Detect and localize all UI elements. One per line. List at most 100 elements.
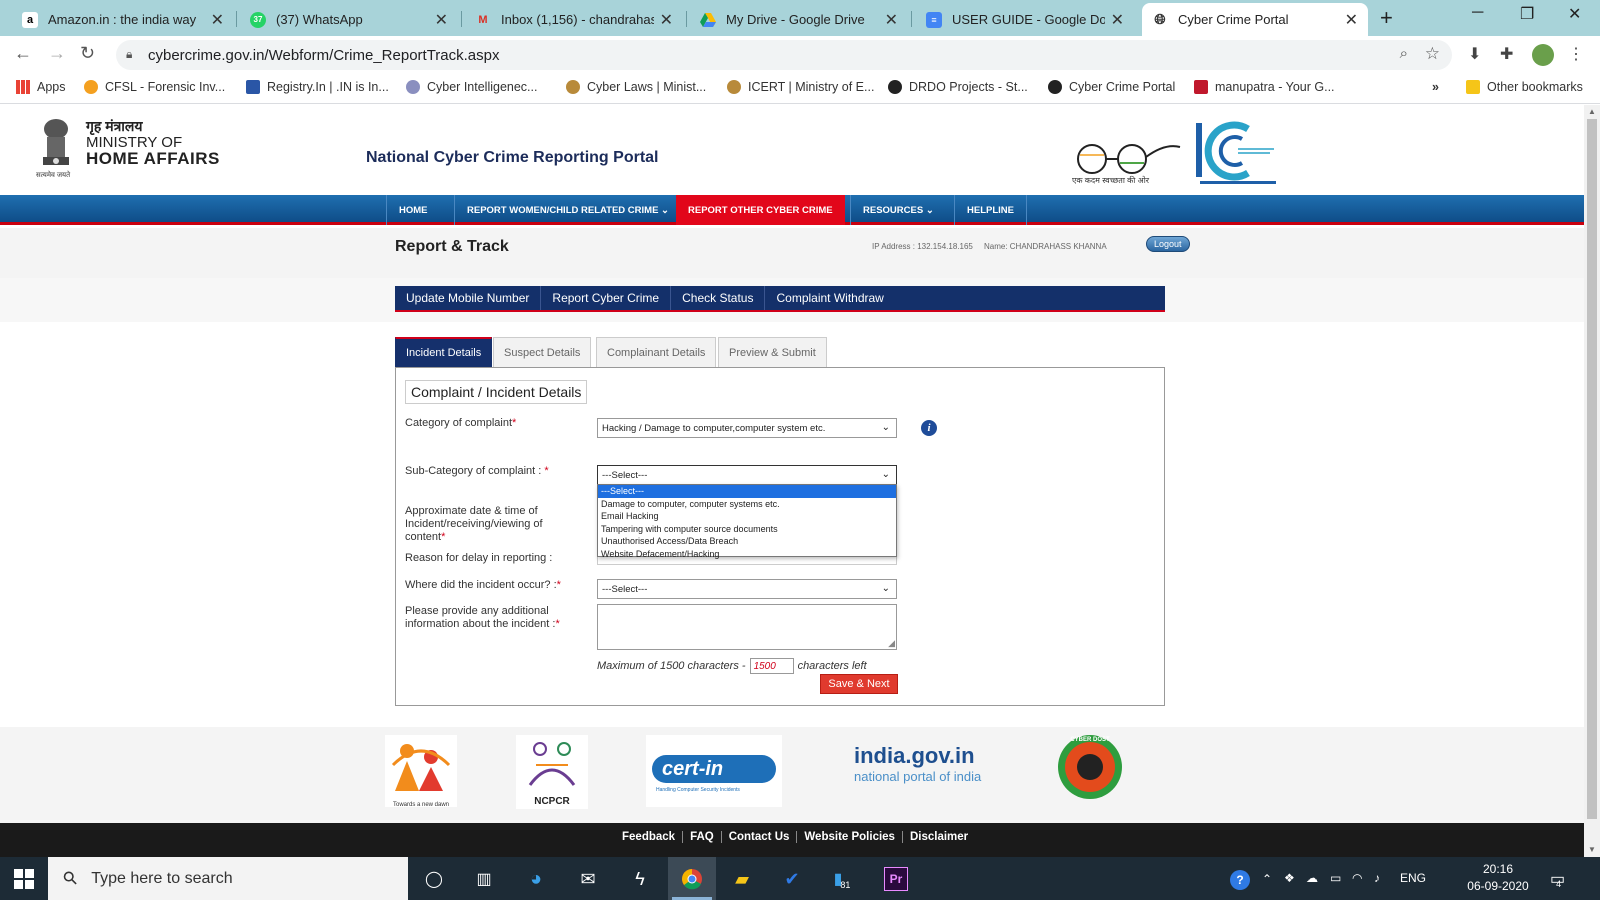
browser-tab-gmail[interactable]: M Inbox (1,156) - chandrahassk ✕	[465, 3, 683, 36]
maximize-icon[interactable]: ❐	[1520, 4, 1534, 24]
tab-incident-details[interactable]: Incident Details	[395, 337, 493, 367]
tab-complainant-details[interactable]: Complainant Details	[596, 337, 717, 367]
dropdown-option[interactable]: Unauthorised Access/Data Breach	[598, 535, 896, 548]
dropdown-option[interactable]: ---Select---	[598, 485, 896, 498]
tab-suspect-details[interactable]: Suspect Details	[493, 337, 592, 367]
dropdown-option[interactable]: Tampering with computer source documents	[598, 523, 896, 536]
where-select[interactable]: ---Select--- ⌄	[597, 579, 897, 599]
cert-in-logo[interactable]: cert-in Handling Computer Security Incid…	[646, 735, 782, 807]
notifications-icon[interactable]: ▭4	[1550, 869, 1570, 889]
bookmark-drdo[interactable]: DRDO Projects - St...	[888, 80, 1028, 94]
nav-report-women-child-crime[interactable]: REPORT WOMEN/CHILD RELATED CRIME ⌄	[454, 195, 681, 225]
close-tab-icon[interactable]: ✕	[885, 10, 898, 30]
ncpcr-logo[interactable]: NCPCR	[516, 735, 588, 809]
cortana-icon[interactable]: ◯	[422, 867, 446, 891]
bookmark-cfsl[interactable]: CFSL - Forensic Inv...	[84, 80, 225, 94]
bookmarks-overflow-button[interactable]: »	[1432, 80, 1439, 94]
additional-info-textarea[interactable]: ◢	[597, 604, 897, 650]
subnav-report-cyber-crime[interactable]: Report Cyber Crime	[541, 286, 672, 310]
taskbar-clock[interactable]: 20:16 06-09-2020	[1466, 861, 1530, 895]
bookmark-star-icon[interactable]: ☆	[1425, 44, 1440, 64]
close-tab-icon[interactable]: ✕	[1345, 10, 1358, 30]
subcategory-select[interactable]: ---Select--- ⌄	[597, 465, 897, 485]
bookmark-manupatra[interactable]: manupatra - Your G...	[1194, 80, 1335, 94]
page-scrollbar[interactable]: ▲ ▼	[1584, 105, 1600, 857]
chrome-icon[interactable]	[680, 867, 704, 891]
close-tab-icon[interactable]: ✕	[211, 10, 224, 30]
taskbar-search-box[interactable]: ⚲ Type here to search	[48, 857, 408, 900]
forward-icon[interactable]: →	[48, 43, 66, 64]
info-icon[interactable]: i	[921, 420, 937, 436]
zoom-icon[interactable]: ⌕	[1400, 45, 1408, 62]
language-indicator[interactable]: ENG	[1400, 871, 1426, 885]
bookmark-icert[interactable]: ICERT | Ministry of E...	[727, 80, 874, 94]
bookmark-cyber-intel[interactable]: Cyber Intelligenec...	[406, 80, 537, 94]
close-tab-icon[interactable]: ✕	[660, 10, 673, 30]
nav-helpline[interactable]: HELPLINE	[954, 195, 1027, 225]
minimize-icon[interactable]: ─	[1472, 4, 1483, 22]
scroll-down-icon[interactable]: ▼	[1588, 845, 1596, 854]
reload-icon[interactable]: ↻	[80, 43, 95, 64]
file-explorer-icon[interactable]: ▰	[730, 867, 754, 891]
url-text[interactable]: cybercrime.gov.in/Webform/Crime_ReportTr…	[148, 47, 500, 64]
footer-link-disclaimer[interactable]: Disclaimer	[901, 831, 975, 843]
task-view-icon[interactable]: ▥	[472, 867, 496, 891]
resize-grip-icon[interactable]: ◢	[888, 638, 895, 649]
close-tab-icon[interactable]: ✕	[1111, 10, 1124, 30]
help-icon[interactable]: ?	[1230, 870, 1250, 890]
india-gov-logo[interactable]: india.gov.in national portal of india	[854, 743, 981, 784]
tray-overflow-icon[interactable]: ⌃	[1262, 872, 1272, 886]
browser-tab-whatsapp[interactable]: 37 (37) WhatsApp ✕	[240, 3, 458, 36]
battery-icon[interactable]: ▭	[1330, 871, 1341, 885]
other-bookmarks[interactable]: Other bookmarks	[1466, 80, 1583, 94]
profile-avatar[interactable]	[1532, 44, 1554, 66]
subnav-complaint-withdraw[interactable]: Complaint Withdraw	[765, 286, 894, 310]
bookmark-cyber-crime-portal[interactable]: Cyber Crime Portal	[1048, 80, 1175, 94]
volume-icon[interactable]: ♪	[1374, 871, 1380, 885]
wifi-icon[interactable]: ◠	[1352, 871, 1362, 885]
extensions-puzzle-icon[interactable]: ✚	[1500, 44, 1513, 64]
dropbox-icon[interactable]: ❖	[1284, 871, 1295, 885]
close-tab-icon[interactable]: ✕	[435, 10, 448, 30]
download-icon[interactable]: ⬇	[1468, 44, 1481, 64]
browser-tab-drive[interactable]: My Drive - Google Drive ✕	[690, 3, 908, 36]
browser-tab-amazon[interactable]: a Amazon.in : the india way ✕	[12, 3, 234, 36]
subnav-check-status[interactable]: Check Status	[671, 286, 766, 310]
edge-icon[interactable]: ◕	[524, 867, 548, 891]
scrollbar-thumb[interactable]	[1587, 119, 1597, 819]
nav-home[interactable]: HOME	[386, 195, 440, 225]
category-select[interactable]: Hacking / Damage to computer,computer sy…	[597, 418, 897, 438]
dropdown-option[interactable]: Damage to computer, computer systems etc…	[598, 498, 896, 511]
footer-link-contact[interactable]: Contact Us	[720, 831, 797, 843]
footer-link-feedback[interactable]: Feedback	[622, 831, 682, 843]
new-tab-button[interactable]: +	[1380, 5, 1393, 31]
url-bar[interactable]: 🔒︎ cybercrime.gov.in/Webform/Crime_Repor…	[116, 40, 1452, 70]
dropdown-option[interactable]: Website Defacement/Hacking	[598, 548, 896, 561]
bookmark-cyber-laws[interactable]: Cyber Laws | Minist...	[566, 80, 706, 94]
mail-envelope-icon[interactable]: ✉	[576, 867, 600, 891]
bookmark-apps[interactable]: Apps	[16, 80, 66, 94]
browser-tab-cyber-crime-portal[interactable]: 🌐︎ Cyber Crime Portal ✕	[1142, 3, 1368, 36]
browser-tab-docs[interactable]: ≡ USER GUIDE - Google Docs ✕	[916, 3, 1134, 36]
app-bolt-icon[interactable]: ϟ	[628, 867, 652, 891]
phone-app-icon[interactable]: ▮ 81	[830, 867, 854, 891]
dropdown-option[interactable]: Email Hacking	[598, 510, 896, 523]
nav-resources[interactable]: RESOURCES ⌄	[850, 195, 946, 225]
footer-link-website-policies[interactable]: Website Policies	[796, 831, 902, 843]
close-window-icon[interactable]: ✕	[1568, 4, 1581, 24]
windows-start-icon[interactable]	[14, 869, 34, 889]
todo-check-icon[interactable]: ✔	[780, 867, 804, 891]
tab-preview-submit[interactable]: Preview & Submit	[718, 337, 827, 367]
subnav-update-mobile[interactable]: Update Mobile Number	[395, 286, 542, 310]
footer-link-faq[interactable]: FAQ	[682, 831, 721, 843]
scroll-up-icon[interactable]: ▲	[1588, 107, 1596, 116]
back-icon[interactable]: ←	[14, 43, 32, 64]
save-next-button[interactable]: Save & Next	[820, 674, 898, 694]
premiere-icon[interactable]: Pr	[884, 867, 908, 891]
cloud-icon[interactable]: ☁	[1306, 871, 1318, 885]
cyber-dost-logo[interactable]: CYBER DOST	[1058, 735, 1122, 799]
logout-button[interactable]: Logout	[1146, 236, 1190, 252]
nav-report-other-cyber-crime[interactable]: REPORT OTHER CYBER CRIME	[676, 195, 845, 225]
bookmark-registry[interactable]: Registry.In | .IN is In...	[246, 80, 389, 94]
browser-menu-icon[interactable]: ⋮	[1568, 44, 1584, 64]
